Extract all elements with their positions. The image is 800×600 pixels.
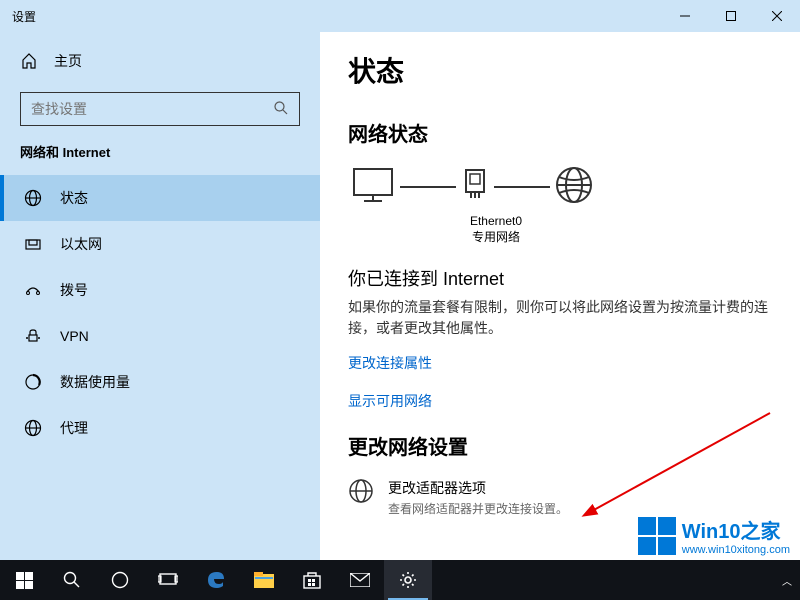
taskbar-mail-icon[interactable] [336, 560, 384, 600]
change-connection-properties-link[interactable]: 更改连接属性 [348, 353, 772, 373]
taskbar[interactable]: ︿ [0, 560, 800, 600]
adapter-name: Ethernet0 [456, 214, 536, 230]
sidebar-item-label: VPN [60, 328, 89, 344]
start-button[interactable] [0, 560, 48, 600]
sidebar-item-label: 拨号 [60, 280, 88, 300]
window-title: 设置 [0, 8, 36, 25]
watermark-brand: Win10之家 [682, 515, 790, 544]
adapter-options-row[interactable]: 更改适配器选项 查看网络适配器并更改连接设置。 [348, 478, 772, 517]
network-status-heading: 网络状态 [348, 118, 772, 147]
globe-icon [554, 165, 594, 208]
watermark: Win10之家 www.win10xitong.com [638, 515, 790, 556]
task-view-icon[interactable] [144, 560, 192, 600]
sidebar-home[interactable]: 主页 [0, 40, 320, 82]
sidebar-item-label: 状态 [60, 188, 88, 208]
search-input[interactable] [31, 101, 273, 117]
minimize-button[interactable] [662, 0, 708, 32]
sidebar-item-vpn[interactable]: VPN [0, 313, 320, 359]
adapter-icon [460, 168, 490, 205]
sidebar-item-label: 代理 [60, 418, 88, 438]
taskbar-settings-icon[interactable] [384, 560, 432, 600]
taskbar-store-icon[interactable] [288, 560, 336, 600]
sidebar-item-dialup[interactable]: 拨号 [0, 267, 320, 313]
proxy-icon [24, 419, 42, 437]
ethernet-icon [24, 235, 42, 253]
connected-description: 如果你的流量套餐有限制，则你可以将此网络设置为按流量计费的连接，或者更改其他属性… [348, 297, 768, 339]
taskbar-search-icon[interactable] [48, 560, 96, 600]
connected-title: 你已连接到 Internet [348, 265, 772, 291]
vpn-icon [24, 327, 42, 345]
taskbar-edge-icon[interactable] [192, 560, 240, 600]
sidebar-item-label: 数据使用量 [60, 372, 130, 392]
sidebar-item-status[interactable]: 状态 [0, 175, 320, 221]
tray-overflow-icon[interactable]: ︿ [782, 573, 792, 588]
network-type: 专用网络 [456, 230, 536, 246]
search-box[interactable] [20, 92, 300, 126]
search-icon [273, 100, 289, 119]
maximize-button[interactable] [708, 0, 754, 32]
sidebar-item-data-usage[interactable]: 数据使用量 [0, 359, 320, 405]
sidebar: 主页 网络和 Internet 状态 以太网 拨号 [0, 32, 320, 560]
sidebar-item-ethernet[interactable]: 以太网 [0, 221, 320, 267]
status-icon [24, 189, 42, 207]
page-title: 状态 [348, 50, 772, 90]
sidebar-home-label: 主页 [54, 51, 82, 71]
adapter-options-icon [348, 478, 374, 507]
computer-icon [350, 165, 396, 208]
change-settings-heading: 更改网络设置 [348, 431, 772, 460]
taskbar-explorer-icon[interactable] [240, 560, 288, 600]
watermark-url: www.win10xitong.com [682, 544, 790, 556]
close-button[interactable] [754, 0, 800, 32]
show-available-networks-link[interactable]: 显示可用网络 [348, 391, 772, 411]
adapter-options-title: 更改适配器选项 [388, 478, 568, 498]
sidebar-item-proxy[interactable]: 代理 [0, 405, 320, 451]
sidebar-item-label: 以太网 [60, 234, 102, 254]
home-icon [20, 53, 38, 69]
watermark-logo-icon [638, 517, 676, 555]
network-diagram [350, 165, 772, 208]
data-usage-icon [24, 373, 42, 391]
dialup-icon [24, 281, 42, 299]
adapter-options-desc: 查看网络适配器并更改连接设置。 [388, 500, 568, 517]
sidebar-section-title: 网络和 Internet [0, 142, 320, 175]
main-content: 状态 网络状态 Ethernet0 专用网络 你已连接到 Internet 如果… [320, 32, 800, 560]
cortana-icon[interactable] [96, 560, 144, 600]
